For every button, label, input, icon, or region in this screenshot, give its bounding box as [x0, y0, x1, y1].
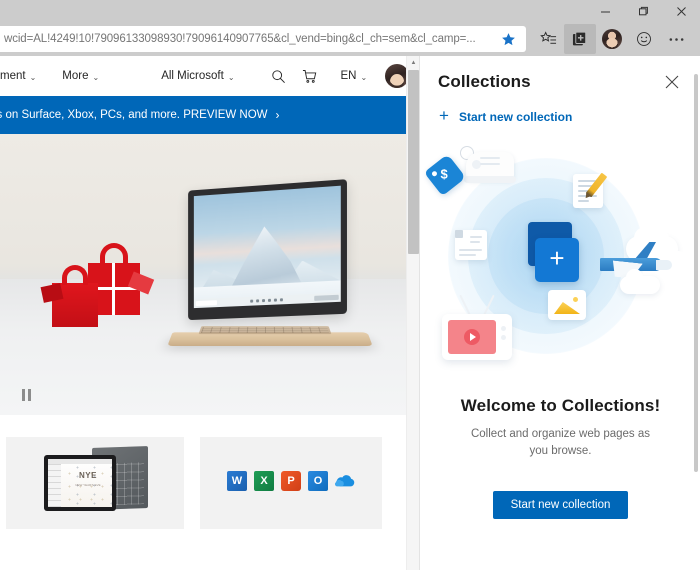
powerpoint-icon: P	[281, 471, 301, 491]
start-new-collection-button[interactable]: Start new collection	[492, 490, 629, 519]
carousel-pause-button[interactable]	[18, 387, 34, 403]
onedrive-icon	[335, 471, 355, 491]
profile-avatar-icon[interactable]	[596, 24, 628, 54]
nav-item-label: All Microsoft	[161, 70, 224, 82]
shoe-icon: $	[423, 146, 518, 197]
minimize-button[interactable]	[586, 0, 624, 22]
collections-header: Collections	[420, 56, 700, 94]
tablet-screen-subtext: NEW YEAR'S EVE	[75, 483, 101, 487]
maximize-restore-button[interactable]	[624, 0, 662, 22]
address-bar-row: wcid=AL!4249!10!79096133098930!790961409…	[0, 22, 700, 56]
gift-bags-graphic	[38, 243, 158, 337]
ellipsis-more-icon[interactable]	[660, 24, 692, 54]
collections-welcome: Welcome to Collections! Collect and orga…	[420, 396, 700, 519]
close-icon[interactable]	[660, 70, 684, 94]
browser-toolbar	[532, 22, 692, 56]
airplane-cloud-icon	[596, 227, 694, 302]
office-icon-row: W X P O	[200, 471, 382, 491]
chevron-down-icon: ⌄	[360, 72, 368, 82]
welcome-description: Collect and organize web pages as you br…	[470, 428, 650, 458]
nav-item-all-microsoft[interactable]: All Microsoft ⌄	[161, 70, 234, 82]
collections-icon[interactable]	[564, 24, 596, 54]
chevron-down-icon: ⌄	[29, 72, 37, 82]
excel-icon: X	[254, 471, 274, 491]
surface-laptop-graphic	[167, 179, 373, 360]
start-new-collection-link[interactable]: + Start new collection	[420, 94, 700, 125]
favorites-list-icon[interactable]	[532, 24, 564, 54]
photo-icon	[548, 290, 586, 320]
outlook-icon: O	[308, 471, 328, 491]
nav-item-ment[interactable]: ment ⌄	[0, 70, 36, 82]
chevron-down-icon: ⌄	[227, 72, 235, 82]
collections-title: Collections	[438, 72, 531, 91]
close-button[interactable]	[662, 0, 700, 22]
language-label: EN	[340, 70, 357, 82]
document-pencil-icon	[573, 172, 608, 208]
avatar	[602, 29, 622, 49]
scrollbar-thumb[interactable]	[408, 70, 419, 254]
nav-item-label: More	[62, 70, 89, 82]
article-icon	[455, 230, 487, 260]
hero-carousel[interactable]	[0, 134, 419, 415]
smiley-feedback-icon[interactable]	[628, 24, 660, 54]
scroll-up-icon[interactable]: ▲	[407, 56, 419, 69]
browser-window: wcid=AL!4249!10!79096133098930!790961409…	[0, 0, 700, 570]
price-tag-icon: $	[423, 153, 467, 197]
plus-icon: +	[439, 106, 449, 125]
collections-illustration: $ +	[420, 142, 700, 402]
chevron-right-icon: ›	[275, 108, 280, 122]
collections-scrollbar[interactable]	[694, 74, 698, 472]
collections-panel: Collections + Start new collection $ + W…	[419, 56, 700, 570]
nav-item-label: ment	[0, 70, 26, 82]
address-bar[interactable]: wcid=AL!4249!10!79096133098930!790961409…	[0, 26, 526, 52]
web-page-content: ment ⌄ More ⌄ All Microsoft ⌄ EN ⌄ ls on…	[0, 56, 419, 570]
star-filled-icon[interactable]	[496, 27, 520, 51]
tv-video-icon	[438, 294, 516, 362]
promo-banner-text: ls on Surface, Xbox, PCs, and more. PREV…	[0, 109, 268, 121]
title-bar	[0, 0, 700, 22]
word-icon: W	[227, 471, 247, 491]
promo-card-list: NYE NEW YEAR'S EVE W X P O	[0, 415, 419, 529]
surface-go-card[interactable]: NYE NEW YEAR'S EVE	[6, 437, 184, 529]
promo-banner[interactable]: ls on Surface, Xbox, PCs, and more. PREV…	[0, 96, 419, 134]
language-selector[interactable]: EN ⌄	[341, 70, 368, 82]
page-scrollbar[interactable]: ▲	[406, 56, 419, 570]
site-navigation-bar: ment ⌄ More ⌄ All Microsoft ⌄ EN ⌄	[0, 56, 419, 96]
address-bar-url[interactable]: wcid=AL!4249!10!79096133098930!790961409…	[4, 33, 496, 45]
nav-item-more[interactable]: More ⌄	[62, 70, 99, 82]
tablet-graphic: NYE NEW YEAR'S EVE	[44, 455, 116, 511]
collection-cards-plus-icon: +	[515, 220, 581, 286]
chevron-down-icon: ⌄	[92, 72, 100, 82]
start-new-collection-label: Start new collection	[458, 109, 573, 124]
tablet-screen-text: NYE	[79, 471, 97, 480]
search-icon[interactable]	[271, 69, 286, 84]
welcome-heading: Welcome to Collections!	[460, 396, 661, 415]
shopping-cart-icon[interactable]	[302, 69, 317, 84]
office-apps-card[interactable]: W X P O	[200, 437, 382, 529]
